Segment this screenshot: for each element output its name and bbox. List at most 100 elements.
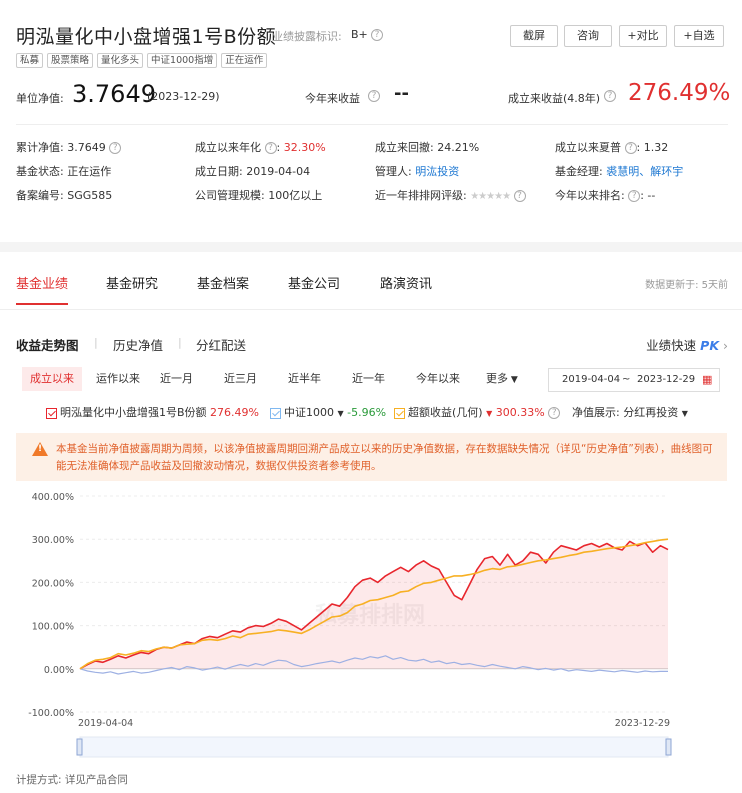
- range-since-inception[interactable]: 成立以来: [22, 367, 82, 391]
- compare-button[interactable]: +对比: [619, 25, 667, 47]
- tag: 私募: [16, 53, 44, 68]
- calendar-icon[interactable]: ▦: [702, 369, 712, 391]
- range-slider-handle-right[interactable]: [665, 738, 672, 756]
- manager-link[interactable]: 明汯投资: [415, 165, 459, 178]
- return-chart: 400.00% 300.00% 200.00% 100.00% 0.00% -100.00…: [0, 484, 742, 774]
- tab-company[interactable]: 基金公司: [288, 273, 340, 292]
- watchlist-button[interactable]: +自选: [674, 25, 724, 47]
- checkbox-icon: [270, 407, 281, 419]
- range-slider-track: [79, 736, 669, 758]
- help-icon[interactable]: ?: [604, 90, 616, 102]
- fund-manager: 基金经理: 裘慧明、解环宇: [555, 165, 684, 178]
- y-tick-label: 400.00%: [32, 492, 74, 503]
- subtab-dividend[interactable]: 分红配送: [196, 335, 246, 354]
- main-tabs: 基金业绩 基金研究 基金档案 基金公司 路演资讯 数据更新于: 5天前: [0, 252, 742, 310]
- disclose-label: 业绩披露标识:: [272, 30, 342, 43]
- warning-text: 本基金当前净值披露周期为周频，以该净值披露周期回溯产品成立以来的历史净值数据，存…: [56, 443, 713, 472]
- tag: 股票策略: [47, 53, 94, 68]
- help-icon: ?: [513, 190, 526, 202]
- tag: 正在运作: [221, 53, 268, 68]
- nav-label: 单位净值:: [16, 92, 64, 105]
- help-icon: ?: [264, 142, 277, 154]
- screenshot-button[interactable]: 截屏: [510, 25, 558, 47]
- legend-index[interactable]: 中证1000 ▼ -5.96%: [270, 404, 386, 420]
- help-icon[interactable]: ?: [368, 90, 380, 102]
- ytd-label: 今年来收益: [305, 92, 360, 105]
- x-tick-label: 2023-12-29: [615, 718, 670, 729]
- checkbox-icon: [394, 407, 405, 419]
- help-icon[interactable]: ?: [371, 29, 383, 41]
- chart-svg: 400.00% 300.00% 200.00% 100.00% 0.00% -100.00…: [28, 492, 672, 758]
- subtab-return-chart[interactable]: 收益走势图: [16, 335, 79, 354]
- caret-down-icon: ▼: [337, 409, 344, 418]
- range-1y[interactable]: 近一年: [344, 367, 393, 391]
- nav-date: (2023-12-29): [147, 90, 220, 103]
- fee-method-note: 计提方式: 详见产品合同: [16, 774, 128, 786]
- pk-badge: PK: [700, 338, 720, 353]
- start-date[interactable]: 2019-04-04: [562, 369, 620, 391]
- checkbox-icon: [46, 407, 57, 419]
- record-number: 备案编号: SGG585: [16, 189, 113, 202]
- manager: 管理人: 明汯投资: [375, 165, 460, 178]
- y-tick-label: -100.00%: [28, 708, 74, 719]
- divider: [16, 124, 728, 125]
- max-drawdown: 成立来回撤: 24.21%: [375, 141, 480, 154]
- rating-stars: ★★★★★: [470, 191, 511, 202]
- nav-display-select[interactable]: 净值展示: 分红再投资 ▼: [572, 404, 688, 420]
- help-icon: ?: [548, 407, 561, 419]
- since-inception-value: 276.49%: [628, 80, 731, 106]
- date-sep: ~: [622, 374, 631, 385]
- setup-date: 成立日期: 2019-04-04: [195, 165, 311, 178]
- sharpe-ratio: 成立以来夏普 ?: 1.32: [555, 141, 669, 154]
- section-gap: [0, 242, 742, 252]
- rating: 近一年排排网评级: ★★★★★ ?: [375, 187, 526, 203]
- subtab-history-nav[interactable]: 历史净值: [113, 335, 163, 354]
- y-tick-label: 200.00%: [32, 578, 74, 589]
- date-range-picker[interactable]: 2019-04-04 ~ 2023-12-29 ▦: [548, 368, 720, 392]
- range-1m[interactable]: 近一月: [152, 367, 201, 391]
- help-icon: ?: [109, 142, 122, 154]
- chevron-right-icon: ›: [723, 338, 728, 353]
- ytd-rank: 今年以来排名: ?: --: [555, 189, 656, 202]
- y-tick-label: 300.00%: [32, 535, 74, 546]
- range-slider-handle-left[interactable]: [76, 738, 83, 756]
- data-warning-banner: ! 本基金当前净值披露周期为周频，以该净值披露周期回溯产品成立以来的历史净值数据…: [16, 433, 727, 481]
- tab-roadshow[interactable]: 路演资讯: [380, 273, 432, 292]
- update-note: 数据更新于: 5天前: [645, 280, 728, 291]
- range-6m[interactable]: 近半年: [280, 367, 329, 391]
- range-3m[interactable]: 近三月: [216, 367, 265, 391]
- consult-button[interactable]: 咨询: [564, 25, 612, 47]
- tag: 量化多头: [97, 53, 144, 68]
- tab-performance[interactable]: 基金业绩: [16, 273, 68, 292]
- y-tick-label: 0.00%: [44, 665, 74, 676]
- tab-archive[interactable]: 基金档案: [197, 273, 249, 292]
- nav-value: 3.7649: [72, 80, 156, 108]
- caret-down-icon: ▼: [508, 375, 518, 385]
- divider: [0, 309, 742, 310]
- annual-return: 成立以来年化 ?: 32.30%: [195, 141, 326, 154]
- range-more-dropdown[interactable]: 更多 ▼: [478, 367, 526, 391]
- range-ytd[interactable]: 今年以来: [408, 367, 468, 391]
- caret-down-icon: ▼: [681, 409, 688, 418]
- fund-status: 基金状态: 正在运作: [16, 165, 112, 178]
- quick-pk-link[interactable]: 业绩快速 PK ›: [646, 335, 728, 354]
- warning-icon: !: [32, 442, 48, 456]
- disclose-value: B+: [351, 28, 368, 41]
- range-since-operation[interactable]: 运作以来: [88, 367, 148, 391]
- since-inception-label: 成立来收益(4.8年): [508, 92, 601, 105]
- fund-tags: 私募 股票策略 量化多头 中证1000指增 正在运作: [16, 53, 268, 68]
- y-tick-label: 100.00%: [32, 622, 74, 633]
- legend-fund[interactable]: 明泓量化中小盘增强1号B份额 276.49%: [46, 404, 259, 420]
- help-icon: ?: [628, 190, 641, 202]
- caret-down-icon: ▼: [486, 409, 493, 418]
- end-date[interactable]: 2023-12-29: [637, 369, 695, 391]
- fund-title: 明泓量化中小盘增强1号B份额: [16, 26, 277, 48]
- separator: |: [178, 336, 182, 349]
- tab-research[interactable]: 基金研究: [106, 273, 158, 292]
- x-tick-label: 2019-04-04: [78, 718, 133, 729]
- legend-excess[interactable]: 超额收益(几何) ▼ 300.33% ?: [394, 404, 561, 420]
- separator: |: [94, 336, 98, 349]
- fund-manager-link[interactable]: 裘慧明、解环宇: [606, 165, 683, 178]
- fund-header-card: 明泓量化中小盘增强1号B份额 业绩披露标识: B+ ? 截屏 咨询 +对比 +自…: [0, 0, 742, 242]
- help-icon: ?: [624, 142, 637, 154]
